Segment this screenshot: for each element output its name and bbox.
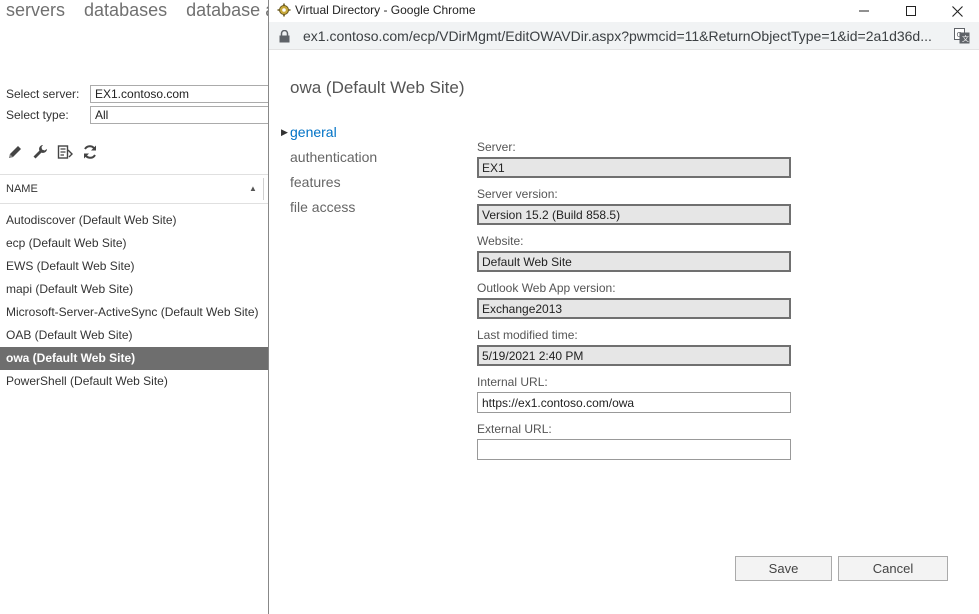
refresh-icon[interactable]: [81, 143, 99, 161]
select-type-label: Select type:: [6, 108, 69, 122]
url-text[interactable]: ex1.contoso.com/ecp/VDirMgmt/EditOWAVDir…: [303, 28, 943, 44]
pencil-icon[interactable]: [6, 143, 24, 161]
list-item[interactable]: mapi (Default Web Site): [0, 278, 268, 301]
website-field: Default Web Site: [477, 251, 791, 272]
cancel-button[interactable]: Cancel: [838, 556, 948, 581]
top-nav: servers databases database ava: [6, 0, 308, 21]
nav-servers[interactable]: servers: [6, 0, 65, 20]
section-general[interactable]: ▶ general: [281, 122, 377, 147]
nav-databases[interactable]: databases: [84, 0, 167, 20]
external-url-label: External URL:: [477, 422, 552, 436]
column-name-label: NAME: [6, 183, 38, 195]
select-type-row: Select type: All: [6, 106, 280, 124]
lock-icon[interactable]: [279, 29, 290, 48]
minimize-icon[interactable]: [841, 0, 886, 22]
translate-icon[interactable]: G文: [954, 28, 970, 49]
internal-url-input[interactable]: https://ex1.contoso.com/owa: [477, 392, 791, 413]
list-item[interactable]: OAB (Default Web Site): [0, 324, 268, 347]
reset-icon[interactable]: [56, 143, 74, 161]
select-server-row: Select server: EX1.contoso.com: [6, 85, 280, 103]
owa-version-field: Exchange2013: [477, 298, 791, 319]
wrench-icon[interactable]: [31, 143, 49, 161]
list-item[interactable]: EWS (Default Web Site): [0, 255, 268, 278]
virtual-directory-window: Virtual Directory - Google Chrome ex1.co…: [268, 0, 979, 614]
select-type-dropdown[interactable]: All: [90, 106, 280, 124]
list-column-header[interactable]: NAME ▲: [0, 174, 268, 204]
server-field: EX1: [477, 157, 791, 178]
page-title: owa (Default Web Site): [290, 78, 465, 97]
section-general-label: general: [290, 124, 337, 140]
selected-arrow-icon: ▶: [281, 127, 288, 137]
internal-url-label: Internal URL:: [477, 375, 548, 389]
list-item-selected[interactable]: owa (Default Web Site): [0, 347, 268, 370]
address-bar[interactable]: ex1.contoso.com/ecp/VDirMgmt/EditOWAVDir…: [269, 22, 979, 50]
window-titlebar[interactable]: Virtual Directory - Google Chrome: [269, 0, 979, 22]
external-url-input[interactable]: [477, 439, 791, 460]
window-title: Virtual Directory - Google Chrome: [295, 3, 476, 17]
save-button[interactable]: Save: [735, 556, 832, 581]
settings-gear-icon: [277, 3, 291, 22]
list-toolbar: [6, 143, 99, 161]
owa-version-label: Outlook Web App version:: [477, 281, 616, 295]
select-server-dropdown[interactable]: EX1.contoso.com: [90, 85, 280, 103]
list-item[interactable]: Autodiscover (Default Web Site): [0, 209, 268, 232]
section-features[interactable]: features: [290, 172, 377, 197]
server-label: Server:: [477, 140, 516, 154]
server-version-field: Version 15.2 (Build 858.5): [477, 204, 791, 225]
section-file-access[interactable]: file access: [290, 197, 377, 222]
last-modified-label: Last modified time:: [477, 328, 578, 342]
list-item[interactable]: ecp (Default Web Site): [0, 232, 268, 255]
select-server-label: Select server:: [6, 87, 80, 101]
list-item[interactable]: PowerShell (Default Web Site): [0, 370, 268, 393]
last-modified-field: 5/19/2021 2:40 PM: [477, 345, 791, 366]
general-form: Server: EX1 Server version: Version 15.2…: [477, 140, 791, 469]
close-icon[interactable]: [935, 0, 979, 22]
server-version-label: Server version:: [477, 187, 558, 201]
section-authentication[interactable]: authentication: [290, 147, 377, 172]
website-label: Website:: [477, 234, 524, 248]
maximize-icon[interactable]: [888, 0, 933, 22]
column-divider: [263, 178, 264, 200]
list-item[interactable]: Microsoft-Server-ActiveSync (Default Web…: [0, 301, 268, 324]
svg-text:文: 文: [962, 34, 969, 43]
section-nav: ▶ general authentication features file a…: [281, 122, 377, 222]
sort-ascending-icon: ▲: [249, 184, 257, 193]
virtual-directory-list: Autodiscover (Default Web Site) ecp (Def…: [0, 209, 268, 393]
